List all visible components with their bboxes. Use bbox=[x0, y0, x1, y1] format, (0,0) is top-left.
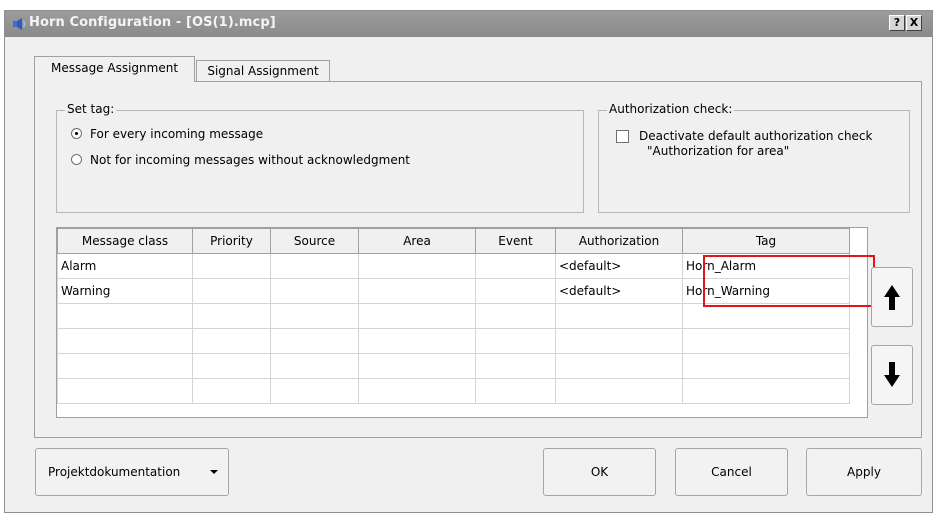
cell-event[interactable] bbox=[475, 328, 556, 354]
cell-event[interactable] bbox=[475, 278, 556, 304]
radio-button-selected[interactable] bbox=[71, 128, 82, 139]
arrow-up-icon bbox=[884, 285, 900, 310]
cell-tag[interactable]: Horn_Alarm bbox=[682, 253, 850, 279]
help-button[interactable]: ? bbox=[889, 15, 905, 31]
cell-event[interactable] bbox=[475, 303, 556, 329]
ok-button[interactable]: OK bbox=[543, 448, 656, 496]
dropdown-arrow-icon bbox=[210, 470, 218, 474]
cell-tag[interactable] bbox=[682, 328, 850, 354]
assignment-table: Message class Priority Source Area Event… bbox=[57, 228, 850, 404]
cell-priority[interactable] bbox=[192, 353, 271, 379]
cancel-button[interactable]: Cancel bbox=[675, 448, 788, 496]
table-row[interactable]: Alarm <default> Horn_Alarm bbox=[57, 253, 850, 279]
cell-source[interactable] bbox=[270, 378, 359, 404]
authorization-check-legend: Authorization check: bbox=[607, 102, 735, 116]
table-row[interactable] bbox=[57, 378, 850, 404]
table-header-row: Message class Priority Source Area Event… bbox=[57, 228, 850, 254]
cell-area[interactable] bbox=[358, 378, 476, 404]
column-header-event[interactable]: Event bbox=[475, 228, 556, 254]
cell-message-class[interactable] bbox=[57, 303, 193, 329]
set-tag-group: Set tag: For every incoming message Not … bbox=[56, 102, 584, 213]
column-header-source[interactable]: Source bbox=[270, 228, 359, 254]
cell-authorization[interactable] bbox=[555, 353, 683, 379]
cell-area[interactable] bbox=[358, 253, 476, 279]
tab-signal-assignment[interactable]: Signal Assignment bbox=[196, 60, 330, 82]
cell-priority[interactable] bbox=[192, 328, 271, 354]
cell-source[interactable] bbox=[270, 253, 359, 279]
cell-message-class[interactable]: Alarm bbox=[57, 253, 193, 279]
cell-tag[interactable] bbox=[682, 353, 850, 379]
deactivate-auth-checkbox[interactable] bbox=[616, 130, 629, 143]
cell-priority[interactable] bbox=[192, 378, 271, 404]
title-bar[interactable]: Horn Configuration - [OS(1).mcp] ? X bbox=[5, 11, 932, 37]
cell-authorization[interactable] bbox=[555, 328, 683, 354]
message-assignment-grid[interactable]: Message class Priority Source Area Event… bbox=[56, 227, 875, 418]
projektdokumentation-label: Projektdokumentation bbox=[48, 465, 181, 479]
cell-event[interactable] bbox=[475, 253, 556, 279]
table-row[interactable] bbox=[57, 328, 850, 354]
table-row[interactable]: Warning <default> Horn_Warning bbox=[57, 278, 850, 304]
cell-tag[interactable]: Horn_Warning bbox=[682, 278, 850, 304]
cell-priority[interactable] bbox=[192, 303, 271, 329]
cell-authorization[interactable]: <default> bbox=[555, 278, 683, 304]
cell-priority[interactable] bbox=[192, 278, 271, 304]
cell-source[interactable] bbox=[270, 353, 359, 379]
cell-message-class[interactable] bbox=[57, 353, 193, 379]
cell-area[interactable] bbox=[358, 328, 476, 354]
cell-area[interactable] bbox=[358, 303, 476, 329]
deactivate-auth-label: Deactivate default authorization check "… bbox=[639, 129, 872, 159]
cell-area[interactable] bbox=[358, 278, 476, 304]
arrow-down-icon bbox=[884, 362, 900, 387]
cell-message-class[interactable]: Warning bbox=[57, 278, 193, 304]
cell-authorization[interactable]: <default> bbox=[555, 253, 683, 279]
tab-message-assignment[interactable]: Message Assignment bbox=[34, 56, 195, 82]
move-up-button[interactable] bbox=[871, 267, 913, 327]
cell-authorization[interactable] bbox=[555, 303, 683, 329]
cell-source[interactable] bbox=[270, 328, 359, 354]
authorization-check-group: Authorization check: Deactivate default … bbox=[598, 102, 910, 213]
table-row[interactable] bbox=[57, 303, 850, 329]
radio-not-without-ack-label: Not for incoming messages without acknow… bbox=[90, 153, 411, 167]
cell-event[interactable] bbox=[475, 378, 556, 404]
cell-area[interactable] bbox=[358, 353, 476, 379]
cell-message-class[interactable] bbox=[57, 378, 193, 404]
radio-every-incoming-label: For every incoming message bbox=[90, 127, 264, 141]
column-header-priority[interactable]: Priority bbox=[192, 228, 271, 254]
cell-source[interactable] bbox=[270, 278, 359, 304]
cell-tag[interactable] bbox=[682, 378, 850, 404]
close-button[interactable]: X bbox=[906, 15, 922, 31]
deactivate-auth-label-line2: "Authorization for area" bbox=[647, 144, 790, 158]
cell-message-class[interactable] bbox=[57, 328, 193, 354]
message-assignment-panel: Set tag: For every incoming message Not … bbox=[34, 81, 922, 438]
apply-button[interactable]: Apply bbox=[806, 448, 922, 496]
column-header-area[interactable]: Area bbox=[358, 228, 476, 254]
projektdokumentation-dropdown-button[interactable]: Projektdokumentation bbox=[35, 448, 229, 496]
cell-tag[interactable] bbox=[682, 303, 850, 329]
cell-event[interactable] bbox=[475, 353, 556, 379]
window-title: Horn Configuration - [OS(1).mcp] bbox=[29, 15, 276, 30]
cell-authorization[interactable] bbox=[555, 378, 683, 404]
move-down-button[interactable] bbox=[871, 345, 913, 405]
column-header-tag[interactable]: Tag bbox=[682, 228, 850, 254]
column-header-message-class[interactable]: Message class bbox=[57, 228, 193, 254]
set-tag-legend: Set tag: bbox=[65, 102, 117, 116]
radio-button-unselected[interactable] bbox=[71, 154, 82, 165]
deactivate-auth-label-line1: Deactivate default authorization check bbox=[639, 129, 873, 143]
column-header-authorization[interactable]: Authorization bbox=[555, 228, 683, 254]
table-row[interactable] bbox=[57, 353, 850, 379]
cell-priority[interactable] bbox=[192, 253, 271, 279]
cell-source[interactable] bbox=[270, 303, 359, 329]
horn-icon bbox=[13, 18, 26, 30]
